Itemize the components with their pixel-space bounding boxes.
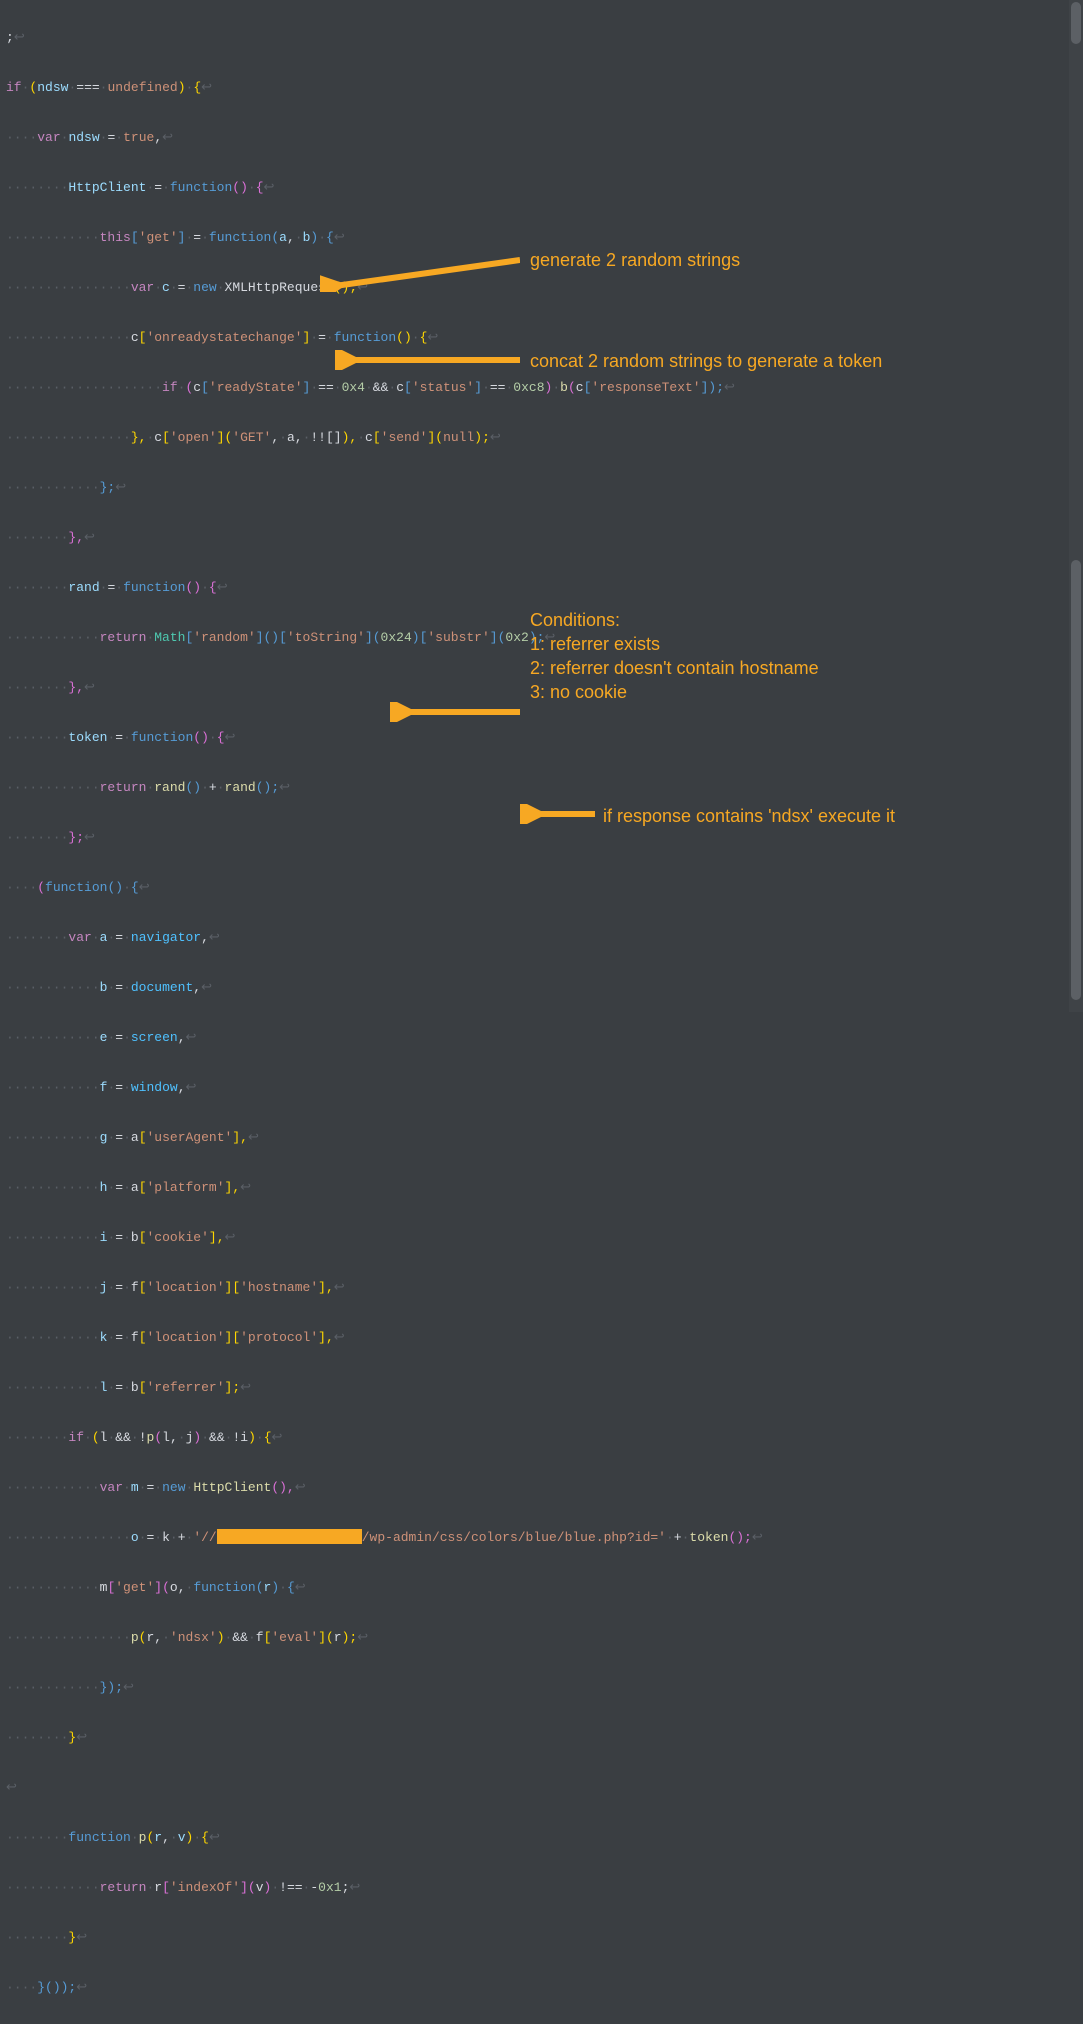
scrollbar-thumb[interactable]: [1071, 2, 1081, 44]
code-editor[interactable]: ;↩ if·(ndsw·===·undefined)·{↩ ····var·nd…: [0, 0, 1083, 2024]
scrollbar-thumb[interactable]: [1071, 560, 1081, 1000]
redacted-domain: [217, 1529, 362, 1544]
scrollbar-track[interactable]: [1069, 0, 1083, 1012]
code-text: ;: [6, 30, 14, 45]
